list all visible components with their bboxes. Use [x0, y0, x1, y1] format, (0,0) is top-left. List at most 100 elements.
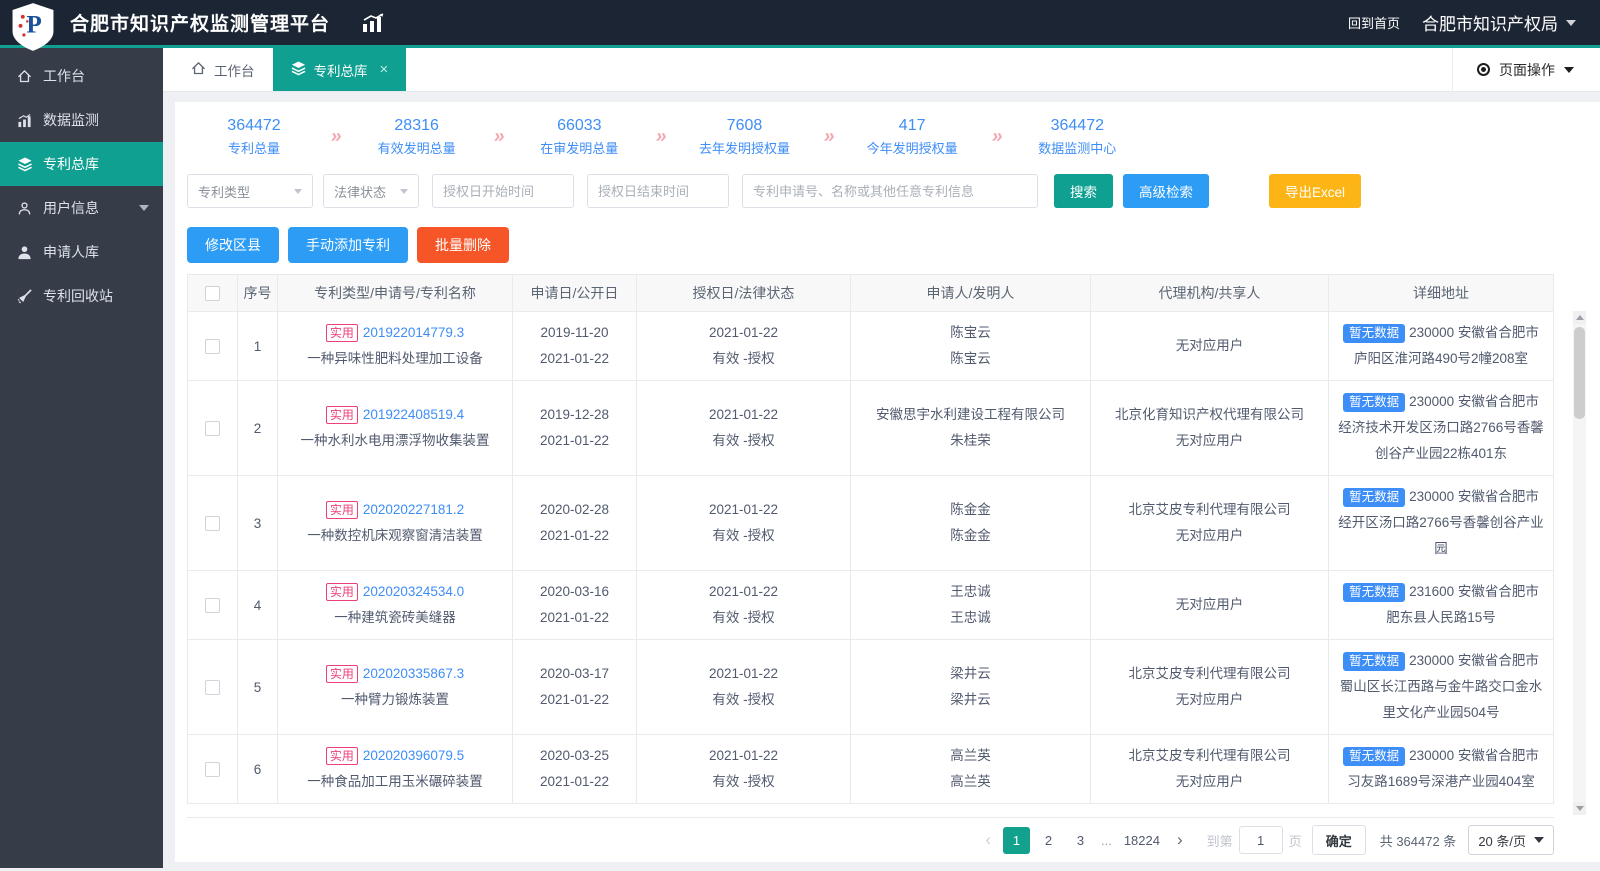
double-chevron-icon: ››: [822, 126, 835, 148]
sidebar-item-person[interactable]: 申请人库: [0, 230, 163, 274]
row-select-cell: [188, 312, 238, 381]
search-button[interactable]: 搜索: [1054, 174, 1113, 208]
stat-label: 有效发明总量: [374, 138, 460, 157]
org-name: 合肥市知识产权局: [1422, 10, 1558, 35]
stat-item[interactable]: 364472专利总量: [211, 117, 297, 157]
back-home-link[interactable]: 回到首页: [1348, 13, 1400, 32]
column-header: 序号: [238, 275, 278, 312]
export-excel-button[interactable]: 导出Excel: [1269, 174, 1361, 208]
stat-value: 364472: [1034, 117, 1120, 135]
scroll-up-icon[interactable]: [1573, 311, 1586, 324]
page-button-2[interactable]: 2: [1035, 827, 1062, 854]
stat-label: 今年发明授权量: [867, 138, 958, 157]
goto-page-input[interactable]: [1239, 826, 1283, 854]
stat-item[interactable]: 66033在审发明总量: [536, 117, 622, 157]
no-data-badge: 暂无数据: [1343, 324, 1405, 343]
row-checkbox[interactable]: [205, 762, 220, 777]
sidebar-item-user[interactable]: 用户信息: [0, 186, 163, 230]
grant-start-date-input[interactable]: [432, 174, 574, 208]
application-number-link[interactable]: 202020335867.3: [363, 666, 464, 681]
edit-district-button[interactable]: 修改区县: [187, 227, 279, 263]
applicant-cell: 梁井云梁井云: [851, 640, 1091, 735]
goto-confirm-button[interactable]: 确定: [1312, 825, 1366, 855]
patent-table: 序号专利类型/申请号/专利名称申请日/公开日授权日/法律状态申请人/发明人代理机…: [187, 274, 1554, 804]
keyword-search-input[interactable]: [742, 174, 1038, 208]
patent-title: 一种水利水电用漂浮物收集装置: [286, 428, 504, 454]
app-title: 合肥市知识产权监测管理平台: [70, 9, 330, 36]
prev-page-icon[interactable]: ‹: [979, 830, 997, 850]
next-page-icon[interactable]: ›: [1171, 830, 1189, 850]
close-icon[interactable]: ×: [380, 61, 389, 78]
page-button-1[interactable]: 1: [1003, 827, 1030, 854]
page-size-select[interactable]: 20 条/页: [1468, 825, 1554, 855]
row-select-cell: [188, 640, 238, 735]
page-actions-menu[interactable]: 页面操作: [1452, 48, 1600, 91]
stat-item[interactable]: 7608去年发明授权量: [699, 117, 790, 157]
grant-end-date-input[interactable]: [587, 174, 729, 208]
sidebar-item-label: 用户信息: [43, 198, 99, 218]
patent-title: 一种异味性肥料处理加工设备: [286, 346, 504, 372]
sidebar-item-label: 专利总库: [43, 154, 99, 174]
legal-status-select[interactable]: 法律状态: [323, 174, 419, 208]
application-number-link[interactable]: 201922408519.4: [363, 407, 464, 422]
tab-workbench[interactable]: 工作台: [173, 48, 273, 91]
stat-label: 数据监测中心: [1034, 138, 1120, 157]
column-header: 授权日/法律状态: [637, 275, 851, 312]
patent-panel: 364472专利总量››28316有效发明总量››66033在审发明总量››76…: [175, 102, 1600, 862]
sidebar-item-label: 申请人库: [43, 242, 99, 262]
row-index: 4: [238, 571, 278, 640]
header-right: 回到首页 合肥市知识产权局: [1348, 10, 1576, 35]
patent-type-select[interactable]: 专利类型: [187, 174, 313, 208]
grant-legal-cell: 2021-01-22有效 -授权: [637, 735, 851, 804]
row-checkbox[interactable]: [205, 516, 220, 531]
row-index: 6: [238, 735, 278, 804]
application-number-link[interactable]: 202020396079.5: [363, 748, 464, 763]
sidebar-item-chart[interactable]: 数据监测: [0, 98, 163, 142]
chevron-down-icon: [400, 189, 408, 194]
chevron-down-icon: [139, 205, 149, 211]
page-button-18224[interactable]: 18224: [1119, 827, 1165, 854]
patent-type-tag: 实用: [326, 665, 358, 683]
application-number-link[interactable]: 202020227181.2: [363, 502, 464, 517]
applicant-cell: 安徽思宇水利建设工程有限公司朱桂荣: [851, 381, 1091, 476]
sidebar-item-broom[interactable]: 专利回收站: [0, 274, 163, 318]
stat-item[interactable]: 417今年发明授权量: [867, 117, 958, 157]
row-checkbox[interactable]: [205, 339, 220, 354]
org-user-menu[interactable]: 合肥市知识产权局: [1422, 10, 1576, 35]
add-patent-button[interactable]: 手动添加专利: [288, 227, 408, 263]
row-select-cell: [188, 735, 238, 804]
stat-label: 在审发明总量: [536, 138, 622, 157]
select-all-checkbox[interactable]: [205, 286, 220, 301]
table-scrollbar[interactable]: [1573, 311, 1586, 815]
page-button-3[interactable]: 3: [1067, 827, 1094, 854]
application-number-link[interactable]: 202020324534.0: [363, 584, 464, 599]
scroll-down-icon[interactable]: [1573, 802, 1586, 815]
page-list: 123...18224: [1003, 827, 1165, 854]
row-checkbox[interactable]: [205, 421, 220, 436]
sidebar-item-home[interactable]: 工作台: [0, 54, 163, 98]
row-select-cell: [188, 476, 238, 571]
column-header: 详细地址: [1329, 275, 1554, 312]
no-data-badge: 暂无数据: [1343, 583, 1405, 602]
chevron-down-icon: [1534, 837, 1544, 843]
tab-patent-database[interactable]: 专利总库 ×: [273, 48, 407, 91]
row-checkbox[interactable]: [205, 598, 220, 613]
table-row: 6实用202020396079.5一种食品加工用玉米碾碎装置2020-03-25…: [188, 735, 1554, 804]
svg-text:P: P: [26, 11, 41, 38]
table-body: 1实用201922014779.3一种异味性肥料处理加工设备2019-11-20…: [188, 312, 1554, 804]
application-number-link[interactable]: 201922014779.3: [363, 325, 464, 340]
stat-item[interactable]: 28316有效发明总量: [374, 117, 460, 157]
row-index: 5: [238, 640, 278, 735]
address-cell: 暂无数据231600 安徽省合肥市肥东县人民路15号: [1329, 571, 1554, 640]
scrollbar-thumb[interactable]: [1574, 327, 1585, 419]
row-checkbox[interactable]: [205, 680, 220, 695]
advanced-search-button[interactable]: 高级检索: [1123, 174, 1209, 208]
sidebar-item-label: 专利回收站: [43, 286, 113, 306]
stat-item[interactable]: 364472 数据监测中心: [1034, 117, 1120, 157]
frame: 工作台数据监测专利总库用户信息申请人库专利回收站 工作台 专利总库 × 页面操作: [0, 48, 1600, 868]
sidebar-item-layers[interactable]: 专利总库: [0, 142, 163, 186]
stats-bar: 364472专利总量››28316有效发明总量››66033在审发明总量››76…: [175, 102, 1600, 166]
batch-delete-button[interactable]: 批量删除: [417, 227, 509, 263]
applicant-cell: 陈宝云陈宝云: [851, 312, 1091, 381]
chart-icon: [16, 113, 33, 128]
